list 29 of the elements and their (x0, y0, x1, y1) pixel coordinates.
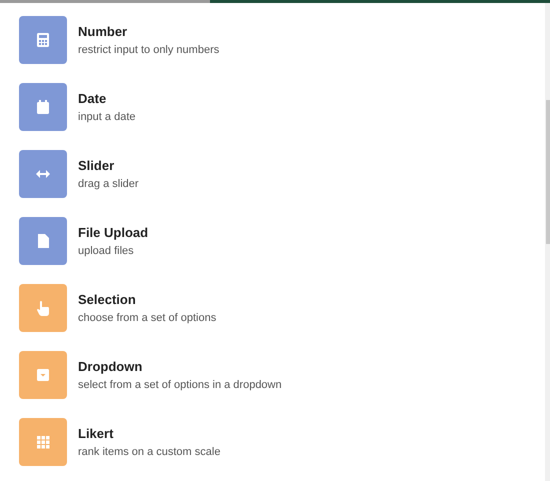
field-type-title: Selection (78, 292, 137, 308)
field-type-tile[interactable] (19, 217, 67, 265)
field-type-tile[interactable] (19, 150, 67, 198)
field-type-title: Date (78, 90, 108, 106)
field-type-description: drag a slider (78, 176, 139, 190)
field-type-title: File Upload (78, 224, 148, 240)
field-type-title: Likert (78, 426, 114, 442)
hand-pointer-icon (37, 300, 49, 316)
grid-icon (36, 436, 50, 448)
field-type-description: select from a set of options in a dropdown (78, 378, 282, 392)
double-arrow-icon (36, 170, 50, 178)
field-type-description: rank items on a custom scale (78, 444, 220, 458)
file-icon (38, 234, 48, 248)
calculator-icon (37, 33, 49, 47)
field-type-title: Number (78, 24, 128, 40)
calendar-icon (37, 100, 49, 114)
field-type-tile[interactable] (19, 418, 67, 466)
field-type-title: Dropdown (78, 358, 144, 374)
field-type-description: choose from a set of options (78, 310, 216, 324)
field-type-title: Slider (78, 158, 116, 174)
field-type-tile[interactable] (19, 351, 67, 399)
scrollbar-thumb[interactable] (546, 100, 550, 244)
field-type-description: restrict input to only numbers (78, 42, 220, 56)
field-type-description: upload files (78, 244, 135, 258)
field-type-tile[interactable] (19, 284, 67, 332)
field-type-tile[interactable] (19, 83, 67, 131)
dropdown-icon (37, 369, 49, 381)
field-type-description: input a date (78, 110, 136, 124)
field-type-tile[interactable] (19, 16, 67, 64)
